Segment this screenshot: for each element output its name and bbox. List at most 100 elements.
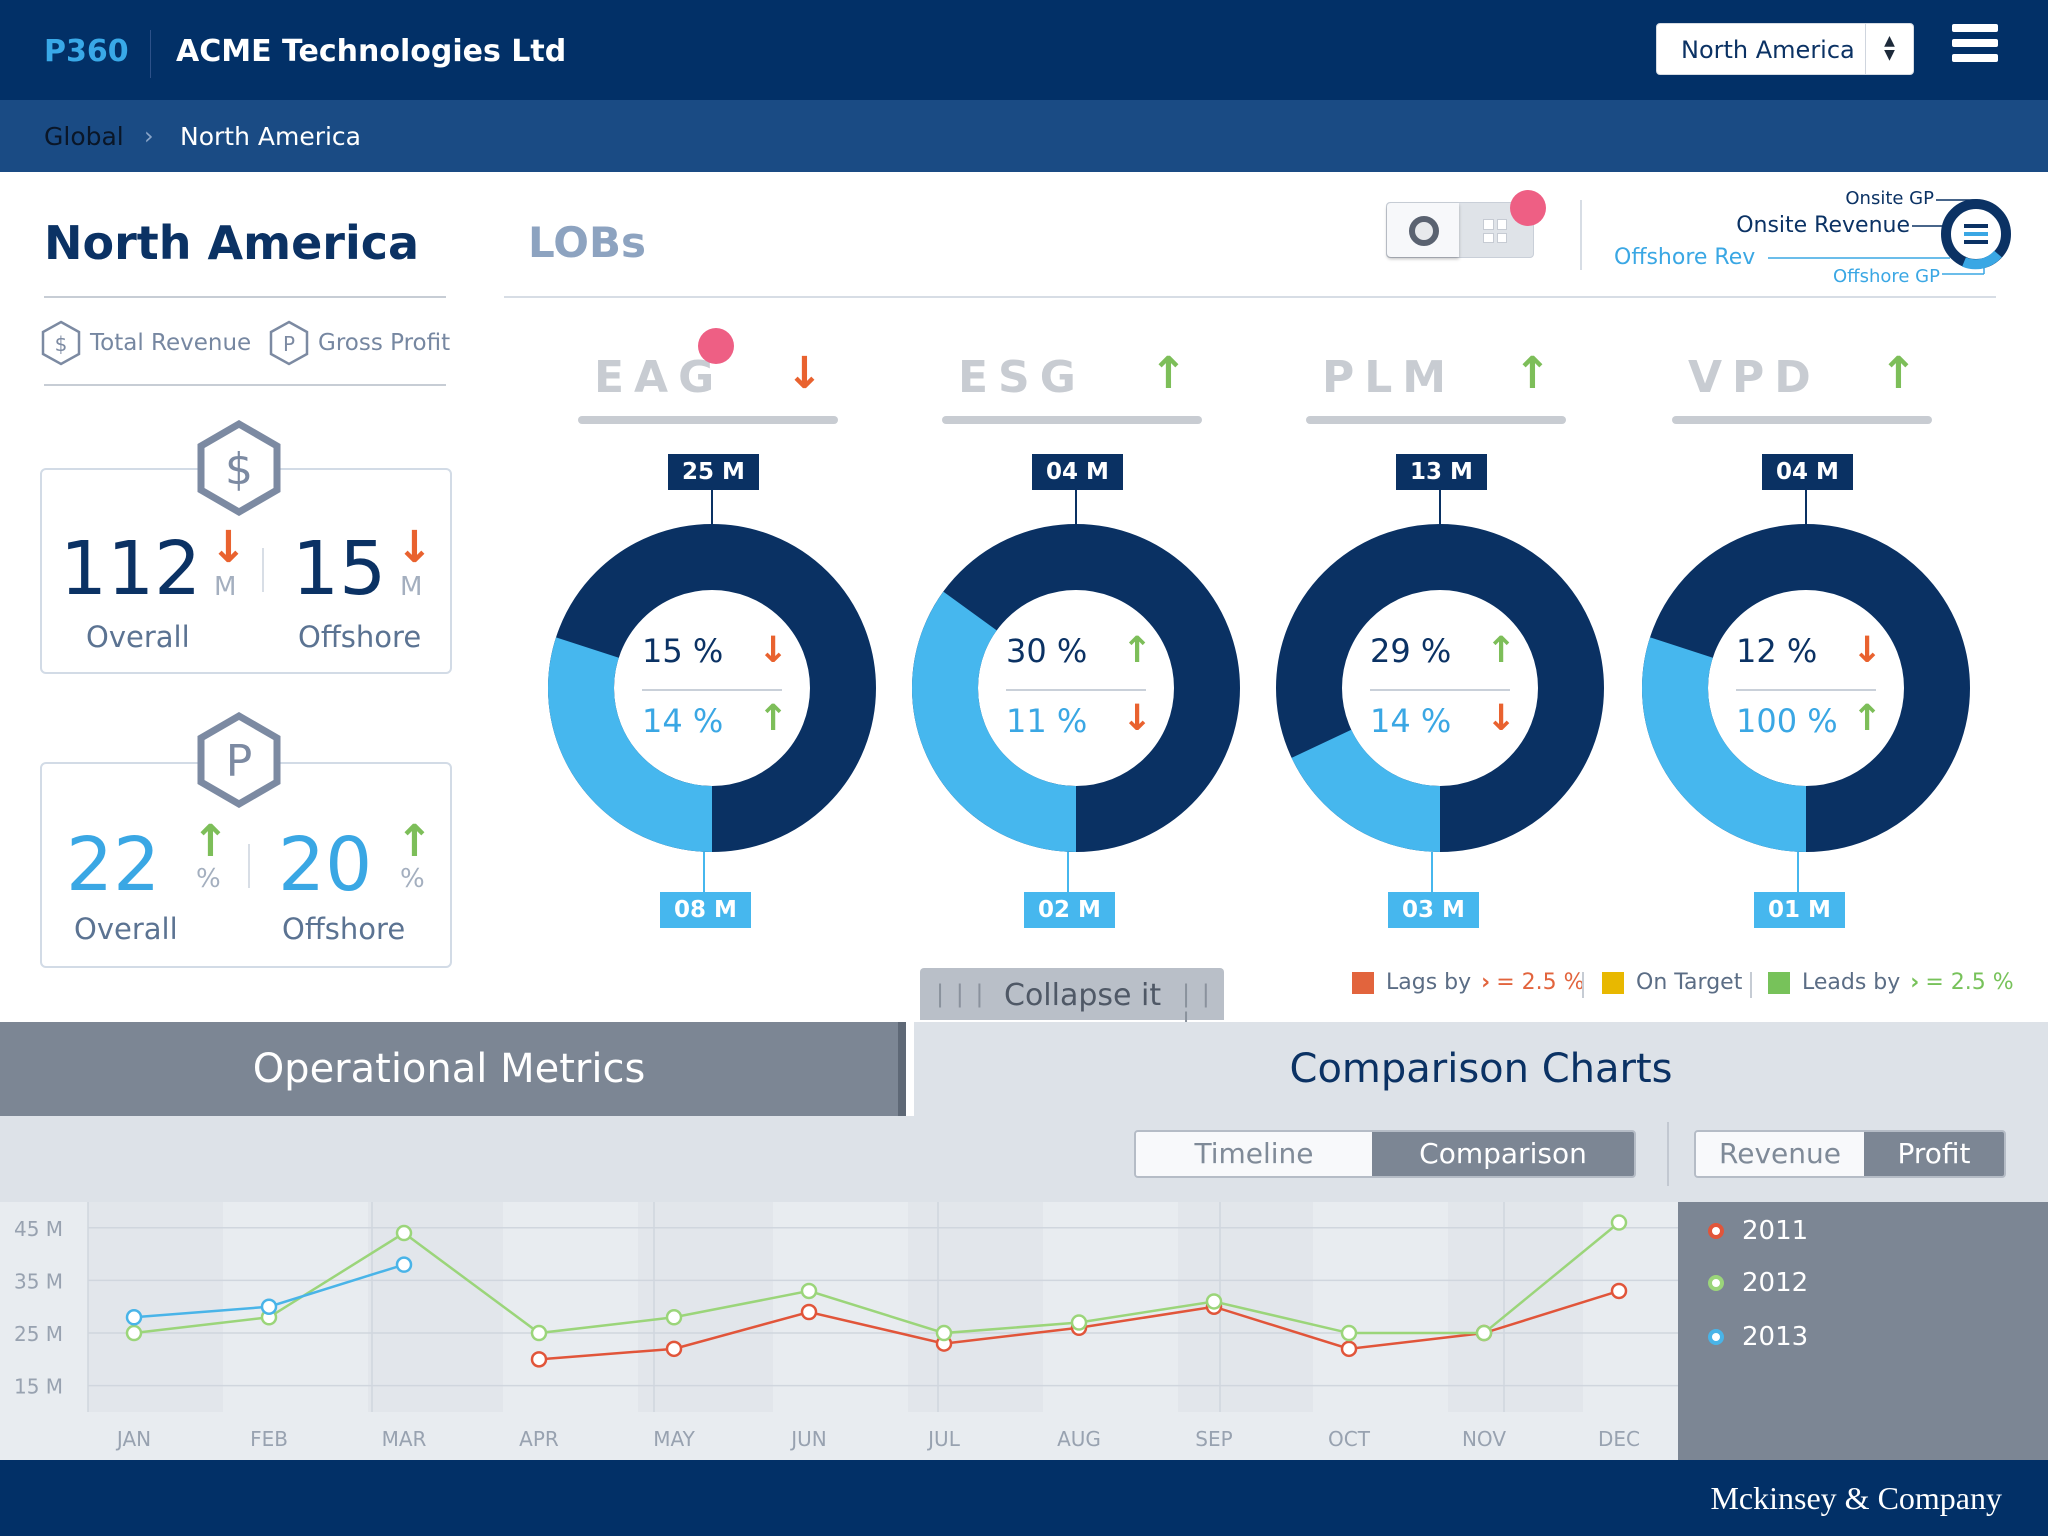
- lob-top-tag: 04 M: [1762, 454, 1853, 490]
- legend-on-target-label: On Target: [1636, 970, 1743, 995]
- legend-label: 2011: [1742, 1216, 1809, 1246]
- y-tick-label: 15 M: [14, 1375, 63, 1399]
- lob-top-tag: 13 M: [1396, 454, 1487, 490]
- profit-button[interactable]: Profit: [1864, 1132, 2004, 1176]
- profit-overall-label: Overall: [74, 912, 178, 946]
- lob-bottom-tag: 02 M: [1024, 892, 1115, 928]
- legend-offshore-gp: Offshore GP: [1833, 266, 1940, 287]
- lob-eag[interactable]: EAG ↓ 25 M 08 M 15 % ↓ 14 % ↑: [540, 340, 880, 940]
- donut-light-segment: [1291, 729, 1440, 852]
- legend-leads-label: Leads by: [1802, 970, 1901, 995]
- footer-brand: Mckinsey & Company: [1710, 1480, 2002, 1516]
- collapse-button[interactable]: | | | Collapse it | | |: [920, 968, 1224, 1036]
- line-chart: 45 M 35 M 25 M 15 M JAN FEB MAR APR MAY JUN JUL AUG…: [14, 1202, 1678, 1451]
- legend-offshore-rev: Offshore Rev: [1614, 245, 1755, 270]
- arrow-up-icon: ↑: [1486, 630, 1517, 671]
- data-point-2011: [1610, 1282, 1628, 1300]
- legend-lags-label: Lags by: [1386, 970, 1472, 995]
- legend-item-2011[interactable]: 2011: [1708, 1216, 1808, 1246]
- legend-onsite-revenue: Onsite Revenue: [1736, 213, 1910, 238]
- card-divider: [262, 548, 264, 592]
- tab-comparison-charts[interactable]: Comparison Charts: [914, 1022, 2048, 1116]
- legend-dot: [1708, 1329, 1724, 1345]
- column-band: [1178, 1202, 1313, 1412]
- lob-pct-top: 12 %: [1736, 632, 1818, 670]
- data-point-2011: [1340, 1340, 1358, 1358]
- legend-leads-value: = 2.5 %: [1925, 970, 2014, 995]
- data-point-2012: [1340, 1324, 1358, 1342]
- p-hex-icon: P: [197, 712, 281, 808]
- arrow-up-icon: ↑: [192, 816, 229, 867]
- lob-name: ESG: [958, 352, 1086, 403]
- x-tick-label: APR: [519, 1427, 559, 1451]
- lob-name: PLM: [1322, 352, 1457, 403]
- lob-bottom-tag: 01 M: [1754, 892, 1845, 928]
- revenue-overall-value: 112: [60, 526, 202, 612]
- x-tick-label: NOV: [1462, 1427, 1506, 1451]
- divider: [1580, 200, 1582, 270]
- comparison-button[interactable]: Comparison: [1372, 1132, 1634, 1176]
- tab-label: Comparison Charts: [1289, 1046, 1673, 1092]
- profit-offshore-unit: %: [400, 864, 425, 894]
- data-point-2011: [530, 1351, 548, 1368]
- legend-on-target: On Target: [1602, 970, 1742, 995]
- lob-plm[interactable]: PLM ↑ 13 M 03 M 29 % ↑ 14 % ↓: [1268, 340, 1608, 940]
- legend-label: 2013: [1742, 1322, 1809, 1352]
- lob-pct-bottom: 100 %: [1736, 702, 1838, 740]
- lobs-title: LOBs: [528, 218, 646, 267]
- lob-esg[interactable]: ESG ↑ 04 M 02 M 30 % ↑ 11 % ↓: [904, 340, 1244, 940]
- arrow-down-icon: ↓: [786, 348, 823, 399]
- divider: [1667, 1122, 1669, 1186]
- x-tick-label: AUG: [1057, 1427, 1101, 1451]
- legend-label: Total Revenue: [90, 330, 252, 356]
- grip-icon: | | |: [936, 980, 986, 1008]
- card-divider: [248, 844, 250, 888]
- x-tick-label: JUN: [789, 1427, 827, 1451]
- breadcrumb-global[interactable]: Global: [44, 122, 124, 151]
- data-point-2012: [935, 1324, 953, 1342]
- legend-dot: [1708, 1223, 1724, 1239]
- dollar-hex-icon: $: [41, 320, 81, 366]
- breadcrumb-current: North America: [180, 122, 361, 151]
- chart-toolbar: Timeline Comparison Revenue Profit: [0, 1116, 2048, 1204]
- column-band: [368, 1202, 503, 1412]
- p-hex-icon: P: [269, 320, 309, 366]
- legend-total-revenue: $ Total Revenue: [40, 320, 251, 366]
- x-tick-label: JUL: [926, 1427, 961, 1451]
- swatch-lags: [1352, 971, 1374, 994]
- metric-toggle: Revenue Profit: [1694, 1130, 2006, 1178]
- view-toggle: Timeline Comparison: [1134, 1130, 1636, 1178]
- company-name: ACME Technologies Ltd: [176, 34, 567, 69]
- arrow-up-icon: ↑: [758, 698, 789, 739]
- lob-vpd[interactable]: VPD ↑ 04 M 01 M 12 % ↓ 100 % ↑: [1634, 340, 1974, 940]
- revenue-overall-unit: M: [214, 572, 237, 602]
- revenue-button[interactable]: Revenue: [1696, 1132, 1864, 1176]
- data-point-2012: [1475, 1324, 1493, 1342]
- legend-lags-value: = 2.5 %: [1496, 970, 1585, 995]
- divider: [44, 296, 446, 298]
- timeline-button[interactable]: Timeline: [1136, 1132, 1372, 1176]
- lob-top-tag: 25 M: [668, 454, 759, 490]
- arrow-up-icon: ↑: [1880, 348, 1917, 399]
- data-point-2012: [1070, 1314, 1088, 1331]
- lob-top-tag: 04 M: [1032, 454, 1123, 490]
- revenue-offshore-label: Offshore: [298, 620, 422, 654]
- divider: [44, 384, 446, 386]
- chevron-right-icon: ›: [1481, 970, 1491, 995]
- legend-label: Gross Profit: [318, 330, 451, 356]
- region-title: North America: [44, 216, 420, 270]
- collapse-label: Collapse it: [1004, 978, 1162, 1013]
- region-select[interactable]: North America ▲ ▼: [1656, 23, 1914, 75]
- tab-operational-metrics[interactable]: Operational Metrics: [0, 1022, 906, 1116]
- notification-dot: [1510, 190, 1546, 226]
- app-logo[interactable]: P360: [44, 34, 129, 69]
- y-tick-label: 35 M: [14, 1269, 63, 1293]
- divider: [1750, 972, 1752, 998]
- lob-pct-top: 30 %: [1006, 632, 1088, 670]
- legend-item-2012[interactable]: 2012: [1708, 1268, 1808, 1298]
- column-band: [638, 1202, 773, 1412]
- donut-view-button[interactable]: [1387, 203, 1459, 257]
- legend-item-2013[interactable]: 2013: [1708, 1322, 1808, 1352]
- grid-view-icon[interactable]: [1483, 219, 1507, 243]
- menu-icon[interactable]: [1952, 24, 1998, 70]
